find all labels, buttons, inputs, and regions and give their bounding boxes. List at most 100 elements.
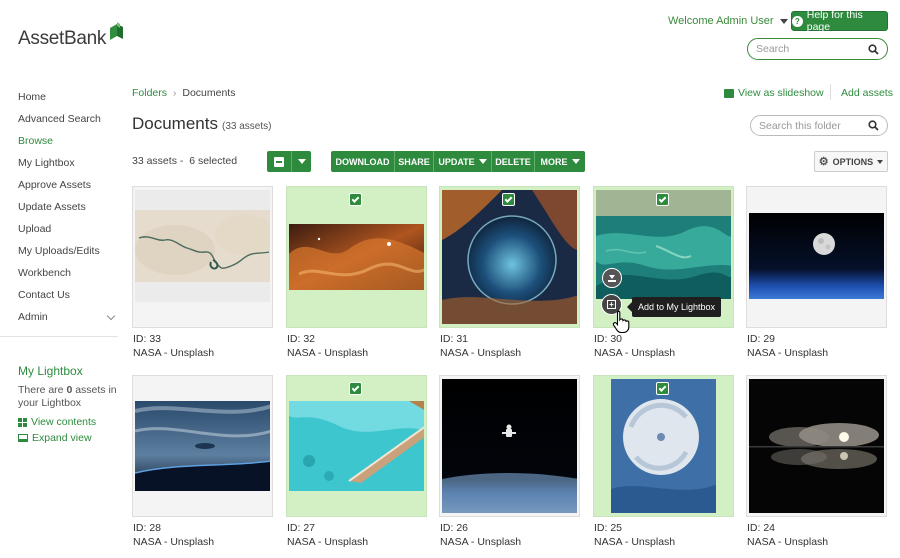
asset-thumbnail[interactable] bbox=[135, 401, 270, 491]
page-title-text: Documents bbox=[132, 114, 218, 133]
asset-card-31[interactable]: ID: 31 NASA - Unsplash bbox=[439, 186, 580, 359]
asset-source: NASA - Unsplash bbox=[440, 347, 522, 359]
view-contents-link[interactable]: View contents bbox=[18, 416, 96, 428]
asset-id: ID: 33 bbox=[133, 333, 162, 345]
view-slideshow-link[interactable]: View as slideshow bbox=[724, 87, 824, 99]
chevron-down-icon bbox=[571, 159, 580, 164]
expand-icon bbox=[18, 434, 28, 442]
expand-view-label: Expand view bbox=[32, 432, 92, 444]
add-assets-link[interactable]: Add assets bbox=[841, 87, 893, 99]
sidebar-item-label: Admin bbox=[18, 311, 48, 323]
asset-id: ID: 32 bbox=[287, 333, 316, 345]
asset-thumbnail[interactable] bbox=[611, 379, 716, 513]
sidebar-item-advanced-search[interactable]: Advanced Search bbox=[18, 108, 118, 130]
selected-checkbox[interactable] bbox=[349, 193, 362, 206]
asset-source: NASA - Unsplash bbox=[747, 536, 829, 548]
asset-source: NASA - Unsplash bbox=[287, 536, 369, 548]
sidebar-divider bbox=[0, 336, 118, 337]
asset-card-33[interactable]: ID: 33 NASA - Unsplash bbox=[132, 186, 273, 359]
select-all-control bbox=[267, 151, 311, 172]
asset-image bbox=[749, 379, 884, 513]
options-button[interactable]: ⚙ OPTIONS bbox=[814, 151, 888, 172]
asset-thumbnail[interactable] bbox=[749, 213, 884, 299]
expand-view-link[interactable]: Expand view bbox=[18, 432, 92, 444]
asset-card-26[interactable]: ID: 26 NASA - Unsplash bbox=[439, 375, 580, 548]
search-input[interactable]: Search bbox=[747, 38, 888, 60]
selected-checkbox[interactable] bbox=[502, 193, 515, 206]
selection-summary: 33 assets - 6 selected bbox=[132, 155, 238, 167]
selected-checkbox[interactable] bbox=[349, 382, 362, 395]
sidebar-item-approve-assets[interactable]: Approve Assets bbox=[18, 174, 118, 196]
asset-card-25[interactable]: ID: 25 NASA - Unsplash bbox=[593, 375, 734, 548]
sidebar-item-upload[interactable]: Upload bbox=[18, 218, 118, 240]
page-title: Documents (33 assets) bbox=[132, 114, 271, 134]
update-label: UPDATE bbox=[438, 156, 475, 167]
lightbox-title: My Lightbox bbox=[18, 364, 83, 378]
update-button[interactable]: UPDATE bbox=[434, 151, 492, 172]
asset-thumbnail[interactable] bbox=[442, 379, 577, 513]
asset-thumbnail[interactable] bbox=[749, 379, 884, 513]
asset-source: NASA - Unsplash bbox=[594, 536, 676, 548]
search-icon[interactable] bbox=[868, 120, 879, 131]
sidebar-item-home[interactable]: Home bbox=[18, 86, 118, 108]
sidebar-item-label: Contact Us bbox=[18, 289, 70, 301]
asset-source: NASA - Unsplash bbox=[747, 347, 829, 359]
download-icon[interactable] bbox=[602, 268, 622, 288]
asset-source: NASA - Unsplash bbox=[594, 347, 676, 359]
breadcrumb-current: Documents bbox=[182, 87, 236, 99]
asset-source: NASA - Unsplash bbox=[287, 347, 369, 359]
sidebar-item-contact-us[interactable]: Contact Us bbox=[18, 284, 118, 306]
sidebar-item-workbench[interactable]: Workbench bbox=[18, 262, 118, 284]
lightbox-summary: There are 0 assets in your Lightbox bbox=[18, 384, 118, 410]
asset-thumbnail[interactable] bbox=[289, 224, 424, 290]
slideshow-label: View as slideshow bbox=[738, 87, 824, 99]
sidebar-nav: Home Advanced Search Browse My Lightbox … bbox=[18, 86, 118, 328]
asset-thumbnail[interactable] bbox=[442, 190, 577, 324]
search-icon[interactable] bbox=[868, 43, 879, 55]
sidebar-item-browse[interactable]: Browse bbox=[18, 130, 118, 152]
asset-thumbnail[interactable] bbox=[135, 190, 270, 302]
breadcrumb-separator: › bbox=[173, 87, 177, 99]
welcome-text: Welcome Admin User bbox=[668, 15, 774, 27]
selected-checkbox[interactable] bbox=[656, 193, 669, 206]
asset-card-32[interactable]: ID: 32 NASA - Unsplash bbox=[286, 186, 427, 359]
user-menu[interactable]: Welcome Admin User bbox=[668, 15, 788, 27]
options-label: OPTIONS bbox=[832, 156, 874, 167]
help-button[interactable]: ? Help for this page bbox=[791, 9, 888, 33]
breadcrumb-folders[interactable]: Folders bbox=[132, 87, 167, 99]
asset-source: NASA - Unsplash bbox=[440, 536, 522, 548]
asset-image bbox=[442, 190, 577, 324]
selected-checkbox[interactable] bbox=[656, 382, 669, 395]
sidebar-item-admin[interactable]: Admin bbox=[18, 306, 118, 328]
delete-label: DELETE bbox=[495, 156, 531, 167]
download-button[interactable]: DOWNLOAD bbox=[331, 151, 395, 172]
asset-thumbnail[interactable] bbox=[289, 401, 424, 491]
assetbank-logo[interactable]: AssetBank bbox=[18, 22, 124, 50]
link-divider bbox=[830, 84, 831, 100]
asset-card-28[interactable]: ID: 28 NASA - Unsplash bbox=[132, 375, 273, 548]
sidebar-item-my-uploads[interactable]: My Uploads/Edits bbox=[18, 240, 118, 262]
more-button[interactable]: MORE bbox=[535, 151, 585, 172]
asset-card-24[interactable]: ID: 24 NASA - Unsplash bbox=[746, 375, 887, 548]
sidebar-item-my-lightbox[interactable]: My Lightbox bbox=[18, 152, 118, 174]
chevron-down-icon bbox=[297, 159, 306, 164]
folder-search-placeholder: Search this folder bbox=[759, 119, 841, 132]
folder-search-input[interactable]: Search this folder bbox=[750, 115, 888, 136]
chevron-down-icon bbox=[478, 159, 487, 164]
breadcrumb: Folders › Documents bbox=[132, 87, 235, 99]
asset-card-29[interactable]: ID: 29 NASA - Unsplash bbox=[746, 186, 887, 359]
asset-card-27[interactable]: ID: 27 NASA - Unsplash bbox=[286, 375, 427, 548]
select-options-dropdown[interactable] bbox=[291, 151, 311, 172]
select-all-checkbox[interactable] bbox=[267, 151, 291, 172]
more-label: MORE bbox=[540, 156, 568, 167]
sidebar-item-label: Browse bbox=[18, 135, 54, 147]
sidebar-item-update-assets[interactable]: Update Assets bbox=[18, 196, 118, 218]
download-label: DOWNLOAD bbox=[335, 156, 390, 167]
lightbox-text-pre: There are bbox=[18, 384, 67, 396]
delete-button[interactable]: DELETE bbox=[492, 151, 535, 172]
asset-id: ID: 25 bbox=[594, 522, 623, 534]
logo-mark-icon bbox=[110, 22, 124, 40]
chevron-down-icon bbox=[877, 159, 884, 164]
grid-icon bbox=[18, 417, 27, 427]
share-button[interactable]: SHARE bbox=[395, 151, 434, 172]
